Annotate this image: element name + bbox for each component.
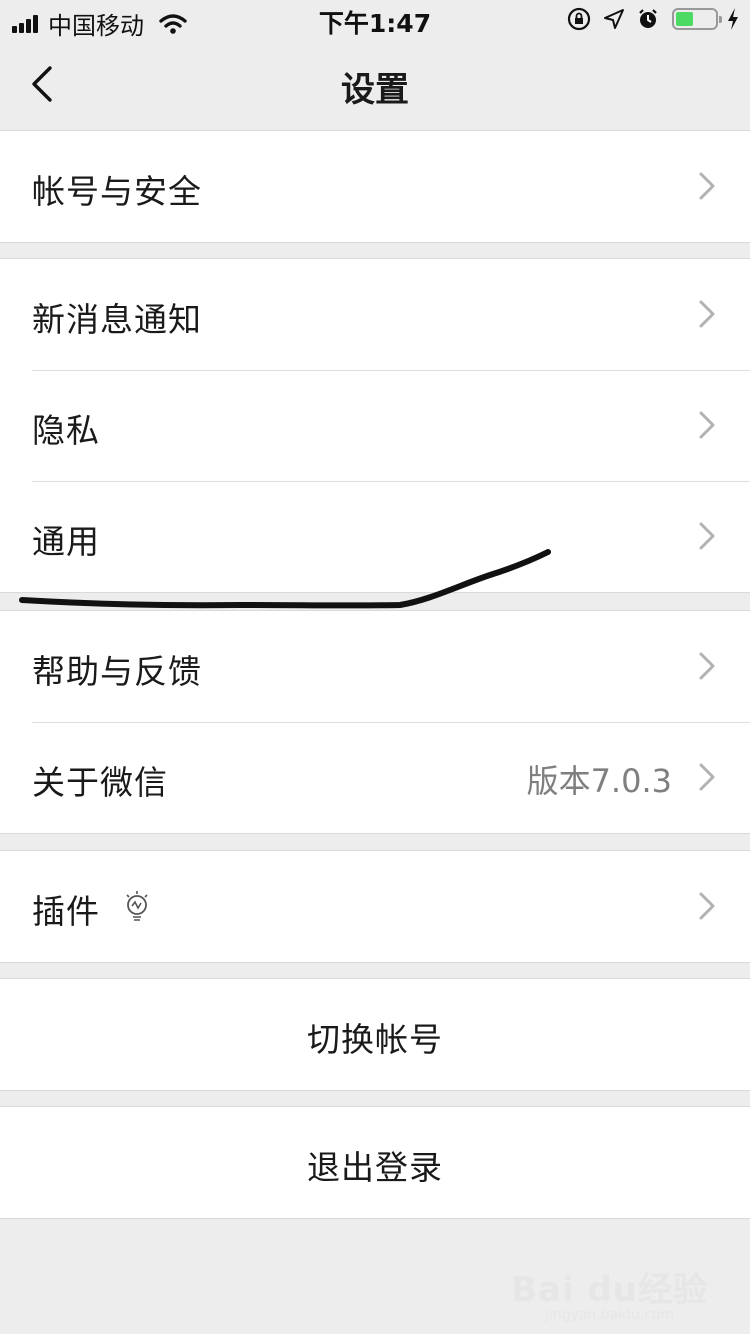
settings-item-notifications[interactable]: 新消息通知	[0, 259, 750, 370]
alarm-icon	[639, 9, 657, 28]
chevron-right-icon	[699, 522, 715, 550]
chevron-right-icon	[699, 411, 715, 439]
battery-fill	[676, 12, 693, 26]
settings-item-label: 隐私	[32, 411, 100, 450]
settings-group-general: 新消息通知 隐私 通用	[0, 258, 750, 593]
watermark-main: Bai du经验	[511, 1270, 708, 1310]
logout-label: 退出登录	[307, 1148, 443, 1187]
page-title: 设置	[341, 70, 409, 110]
charging-icon	[728, 8, 738, 30]
settings-item-about[interactable]: 关于微信 版本7.0.3	[0, 722, 750, 833]
lightbulb-icon	[126, 891, 148, 921]
chevron-right-icon	[699, 300, 715, 328]
switch-account-button[interactable]: 切换帐号	[0, 979, 750, 1090]
settings-group-plugins: 插件	[0, 850, 750, 963]
switch-account-label: 切换帐号	[307, 1020, 443, 1059]
status-right	[566, 6, 740, 32]
logout-button[interactable]: 退出登录	[0, 1107, 750, 1218]
nav-bar: 设置	[0, 40, 750, 130]
version-value: 版本7.0.3	[526, 762, 672, 800]
location-icon	[604, 9, 624, 29]
chevron-right-icon	[699, 892, 715, 920]
chevron-right-icon	[699, 652, 715, 680]
settings-item-label: 关于微信	[32, 763, 168, 802]
settings-item-label: 新消息通知	[32, 300, 202, 339]
settings-item-help-feedback[interactable]: 帮助与反馈	[0, 611, 750, 722]
status-bar: 中国移动 下午1:47	[0, 0, 750, 40]
settings-item-label: 帐号与安全	[32, 172, 202, 211]
settings-item-label: 插件	[32, 892, 100, 931]
logout-group: 退出登录	[0, 1106, 750, 1219]
settings-item-label: 帮助与反馈	[32, 652, 202, 691]
settings-group-account: 帐号与安全	[0, 130, 750, 243]
settings-group-help: 帮助与反馈 关于微信 版本7.0.3	[0, 610, 750, 834]
orientation-lock-icon	[567, 7, 591, 31]
settings-item-privacy[interactable]: 隐私	[0, 370, 750, 481]
settings-item-account-security[interactable]: 帐号与安全	[0, 131, 750, 242]
chevron-right-icon	[699, 172, 715, 200]
settings-item-plugins[interactable]: 插件	[0, 851, 750, 962]
baidu-watermark: Bai du经验 jingyan.baidu.com	[511, 1262, 708, 1323]
settings-item-label: 通用	[32, 522, 100, 561]
battery-icon	[672, 8, 722, 30]
switch-account-group: 切换帐号	[0, 978, 750, 1091]
settings-item-general[interactable]: 通用	[0, 481, 750, 592]
chevron-right-icon	[699, 763, 715, 791]
